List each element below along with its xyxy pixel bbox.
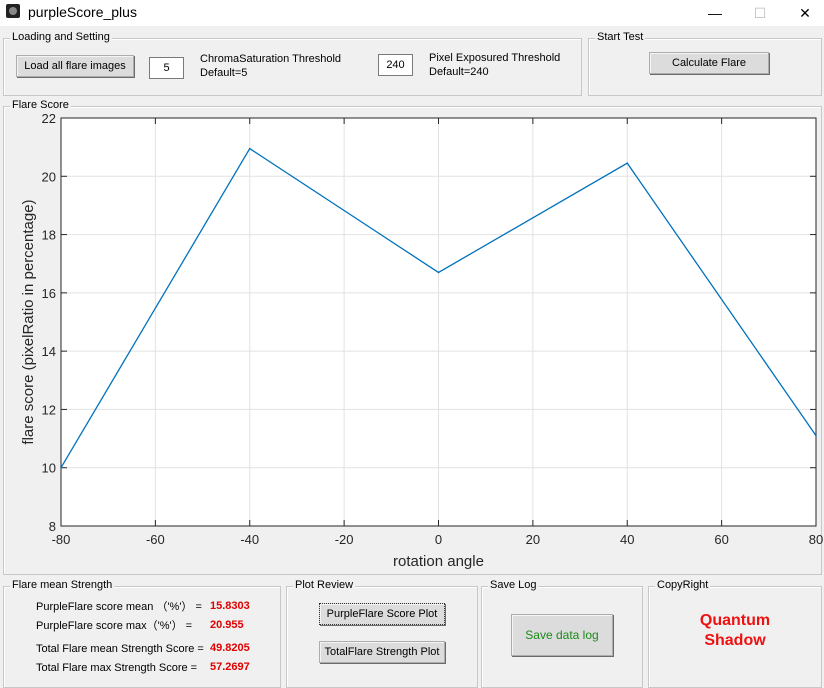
x-tick-label: -80 <box>52 532 71 547</box>
x-tick-label: 40 <box>620 532 634 547</box>
x-tick-label: 20 <box>526 532 540 547</box>
total-max-value: 57.2697 <box>210 661 250 673</box>
total-flare-plot-button[interactable]: TotalFlare Strength Plot <box>319 641 445 663</box>
purple-mean-value: 15.8303 <box>210 600 250 612</box>
purple-max-value: 20.955 <box>210 619 244 631</box>
purple-flare-plot-button[interactable]: PurpleFlare Score Plot <box>319 603 445 625</box>
save-data-log-button[interactable]: Save data log <box>511 614 613 656</box>
x-tick-label: 0 <box>435 532 442 547</box>
plot-review-panel: Plot Review PurpleFlare Score Plot Total… <box>286 579 478 688</box>
x-axis-label: rotation angle <box>393 553 484 570</box>
y-tick-label: 10 <box>42 461 56 476</box>
y-tick-label: 18 <box>42 228 56 243</box>
data-point <box>60 466 62 469</box>
y-axis-label: flare score (pixelRatio in percentage) <box>20 199 37 444</box>
x-tick-label: -60 <box>146 532 165 547</box>
purple-max-label: PurpleFlare score max（'%'） = <box>36 620 193 632</box>
y-tick-label: 8 <box>49 519 56 534</box>
panel-title: Plot Review <box>293 579 356 591</box>
y-tick-label: 16 <box>42 286 56 301</box>
purple-mean-label: PurpleFlare score mean （'%'） = <box>36 601 202 613</box>
x-tick-label: -40 <box>240 532 259 547</box>
total-mean-value: 49.8205 <box>210 642 250 654</box>
x-tick-label: -20 <box>335 532 354 547</box>
copyright-text: Quantum Shadow <box>649 611 821 651</box>
data-point <box>626 162 629 164</box>
copyright-line-2: Shadow <box>704 632 766 649</box>
data-point <box>815 434 817 437</box>
x-tick-label: 60 <box>714 532 728 547</box>
total-mean-label: Total Flare mean Strength Score = <box>36 643 204 655</box>
y-tick-label: 20 <box>42 169 56 184</box>
save-log-panel: Save Log Save data log <box>481 579 643 688</box>
y-tick-label: 12 <box>42 402 56 417</box>
data-point <box>437 271 440 274</box>
data-point <box>248 147 251 150</box>
panel-title: Flare mean Strength <box>10 579 115 591</box>
panel-title: CopyRight <box>655 579 711 591</box>
total-max-label: Total Flare max Strength Score = <box>36 662 198 674</box>
copyright-line-1: Quantum <box>699 612 771 629</box>
y-tick-label: 14 <box>42 344 56 359</box>
flare-mean-strength-panel: Flare mean Strength PurpleFlare score me… <box>3 579 281 688</box>
y-tick-label: 22 <box>42 111 56 126</box>
x-tick-label: 80 <box>809 532 823 547</box>
panel-title: Save Log <box>488 579 539 591</box>
copyright-panel: CopyRight Quantum Shadow <box>648 579 822 688</box>
